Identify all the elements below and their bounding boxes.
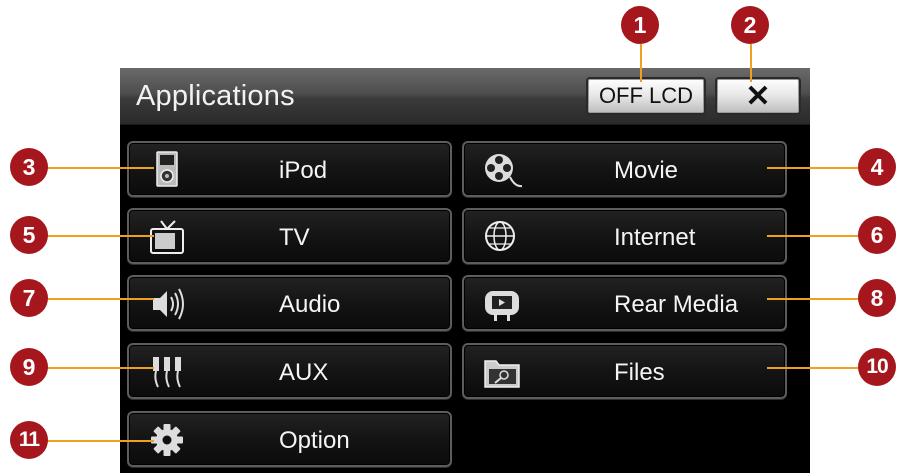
title-bar: Applications OFF LCD ✕ [120,68,810,125]
callout-leader [46,367,154,369]
app-label: Internet [614,224,696,251]
app-label: AUX [279,359,329,386]
rca-plug-icon [153,357,181,388]
callout-badge: 3 [10,148,48,186]
screen-title: Applications [136,80,295,112]
callout-badge: 9 [10,348,48,386]
app-rear-media-button[interactable]: Rear Media [462,275,787,331]
close-icon: ✕ [745,79,771,113]
callout-badge: 10 [858,348,896,386]
app-aux-button[interactable]: AUX [127,343,452,399]
app-internet-button[interactable]: Internet [462,208,787,264]
close-button[interactable]: ✕ [715,77,801,115]
callout-badge: 2 [731,6,769,44]
callout-leader [767,298,862,300]
speaker-icon [153,288,184,320]
callout-badge: 7 [10,279,48,317]
app-label: iPod [279,157,328,184]
callout-leader [46,298,154,300]
callout-leader [750,44,752,82]
callout-leader [767,167,862,169]
globe-icon [485,221,515,251]
headrest-screen-icon [485,291,519,321]
callout-leader [767,367,862,369]
callout-badge: 8 [858,279,896,317]
app-label: Movie [614,157,679,184]
callout-leader [767,235,862,237]
app-ipod-button[interactable]: iPod [127,141,452,197]
app-files-button[interactable]: Files [462,343,787,399]
callout-leader [640,44,642,82]
app-label: Files [614,359,665,386]
callout-leader [46,167,154,169]
app-label: Rear Media [614,291,739,318]
callout-leader [46,440,154,442]
callout-badge: 1 [621,6,659,44]
callout-badge: 11 [10,421,48,459]
callout-badge: 5 [10,216,48,254]
app-movie-button[interactable]: Movie [462,141,787,197]
ipod-icon [156,151,178,187]
folder-icon [484,360,520,388]
app-tv-button[interactable]: TV [127,208,452,264]
app-option-button[interactable]: Option [127,411,452,467]
applications-screen: Applications OFF LCD ✕ iPod Movie TV Int… [120,68,810,473]
callout-badge: 6 [858,216,896,254]
tv-icon [150,220,184,254]
app-audio-button[interactable]: Audio [127,275,452,331]
off-lcd-button[interactable]: OFF LCD [586,77,706,115]
app-label: TV [279,224,310,251]
app-label: Option [279,427,350,454]
callout-badge: 4 [858,148,896,186]
film-reel-icon [485,154,522,188]
app-label: Audio [279,291,341,318]
callout-leader [46,235,154,237]
